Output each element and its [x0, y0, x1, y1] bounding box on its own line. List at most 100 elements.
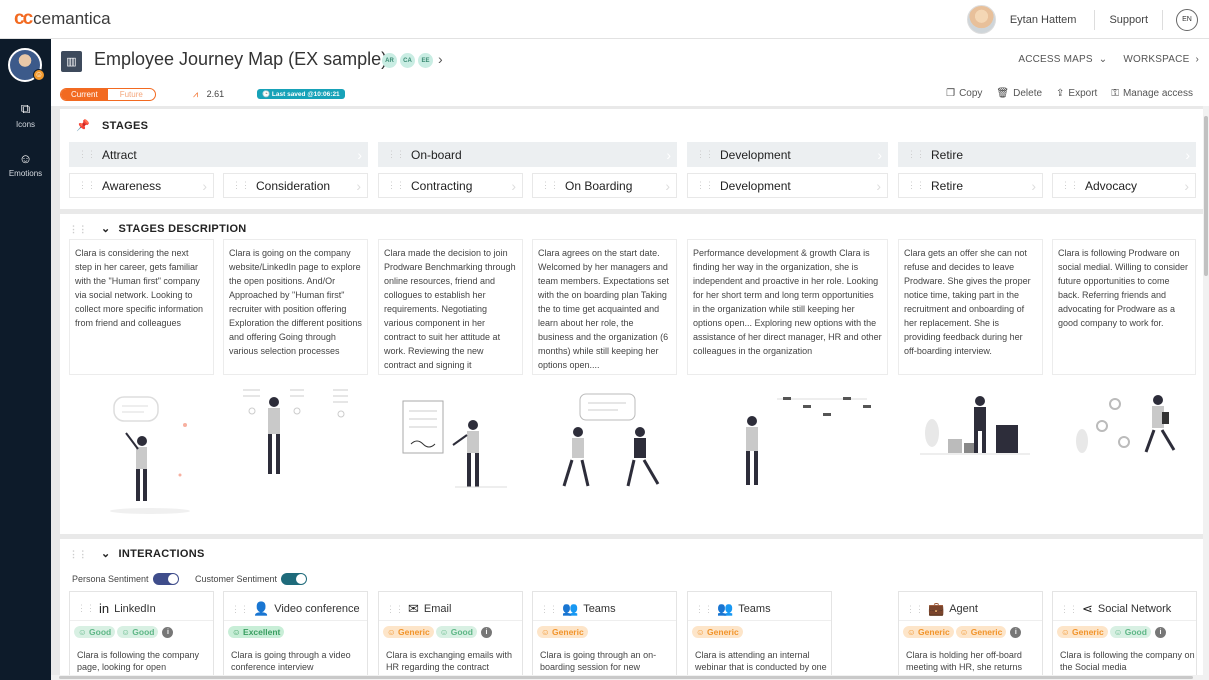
substage-retire[interactable]: ⋮⋮ Retire › — [898, 173, 1043, 198]
sidebar-item-emotions[interactable]: ☺ Emotions — [0, 151, 51, 178]
drag-handle-icon[interactable]: ⋮⋮ — [695, 604, 713, 615]
persona-sentiment-switch[interactable] — [152, 573, 179, 585]
user-avatar[interactable] — [966, 5, 996, 34]
copy-button[interactable]: ❐ Copy — [946, 88, 982, 99]
sentiment-badge[interactable]: ☺ Good — [74, 626, 116, 638]
horizontal-scrollbar[interactable] — [51, 675, 1203, 680]
delete-button[interactable]: 🗑 Delete — [996, 88, 1042, 99]
stage-description-card[interactable]: Clara is following Prodware on social me… — [1052, 239, 1196, 375]
pin-icon[interactable]: 📌 — [76, 120, 90, 132]
interaction-card[interactable]: ⋮⋮ ⋖ Social Network ☺ Generic ☺ Good i Clara i… — [1052, 591, 1197, 680]
sentiment-badge[interactable]: ☺ Good — [435, 626, 477, 638]
collaborator-chip[interactable]: EE — [418, 53, 433, 68]
stage-development[interactable]: ⋮⋮ Development › — [687, 142, 888, 167]
drag-handle-icon[interactable]: ⋮⋮ — [907, 149, 925, 160]
chevron-right-icon[interactable]: › — [438, 51, 443, 67]
substage-contracting[interactable]: ⋮⋮ Contracting › — [378, 173, 523, 198]
stage-description-card[interactable]: Performance development & growth Clara i… — [687, 239, 888, 375]
info-icon[interactable]: i — [1010, 626, 1022, 638]
interactions-heading[interactable]: ⋮⋮ ⌄ INTERACTIONS — [69, 547, 205, 560]
substage-on-boarding[interactable]: ⋮⋮ On Boarding › — [532, 173, 677, 198]
toggle-future[interactable]: Future — [108, 89, 155, 100]
substage-awareness[interactable]: ⋮⋮ Awareness › — [69, 173, 214, 198]
stage-description-card[interactable]: Clara is going on the company website/Li… — [223, 239, 368, 375]
interaction-card[interactable]: ⋮⋮ ✉ Email ☺ Generic ☺ Good i Clara is exchang… — [378, 591, 523, 680]
sentiment-badge[interactable]: ☺ Generic — [692, 626, 743, 638]
sentiment-badge[interactable]: ☺ Good — [1109, 626, 1151, 638]
substage-consideration[interactable]: ⋮⋮ Consideration › — [223, 173, 368, 198]
sentiment-badge[interactable]: ☺ Generic — [383, 626, 434, 638]
drag-handle-icon[interactable]: ⋮⋮ — [69, 549, 88, 559]
drag-handle-icon[interactable]: ⋮⋮ — [696, 180, 714, 191]
interaction-card[interactable]: ⋮⋮ 💼 Agent ☺ Generic ☺ Generic i Clara is hold… — [898, 591, 1043, 680]
collaborator-chip[interactable]: CA — [400, 53, 415, 68]
scrollbar-thumb[interactable] — [59, 676, 1193, 679]
interaction-card[interactable]: ⋮⋮ in LinkedIn ☺ Good ☺ Good i Clara is follow… — [69, 591, 214, 680]
sentiment-badge[interactable]: ☺ Generic — [1057, 626, 1108, 638]
stage-description-card[interactable]: Clara agrees on the start date. Welcomed… — [532, 239, 677, 375]
drag-handle-icon[interactable]: ⋮⋮ — [77, 603, 95, 614]
drag-handle-icon[interactable]: ⋮⋮ — [540, 604, 558, 615]
interaction-card[interactable]: ⋮⋮ 👥 Teams ☺ Generic Clara is going through … — [532, 591, 677, 680]
language-globe-icon[interactable]: EN — [1176, 8, 1198, 31]
drag-handle-icon[interactable]: ⋮⋮ — [69, 224, 88, 234]
manage-access-button[interactable]: ⚿ Manage access — [1111, 88, 1193, 99]
drag-handle-icon[interactable]: ⋮⋮ — [387, 180, 405, 191]
stage-description-card[interactable]: Clara is considering the next step in he… — [69, 239, 214, 375]
stage-attract[interactable]: ⋮⋮ Attract › — [69, 142, 368, 167]
toggle-current[interactable]: Current — [61, 89, 108, 100]
divider — [1162, 9, 1163, 30]
collaborator-chip[interactable]: AR — [382, 53, 397, 68]
vertical-scrollbar[interactable] — [1203, 106, 1209, 680]
drag-handle-icon[interactable]: ⋮⋮ — [386, 604, 404, 615]
interaction-card[interactable]: ⋮⋮ 👤 Video conference ☺ Excellent Clara is g… — [223, 591, 368, 680]
teams-icon: 👥 — [717, 601, 734, 616]
drag-handle-icon[interactable]: ⋮⋮ — [1060, 604, 1078, 615]
info-icon[interactable]: i — [1154, 626, 1166, 638]
drag-handle-icon[interactable]: ⋮⋮ — [232, 180, 250, 191]
chevron-down-icon[interactable]: ⌄ — [101, 548, 111, 560]
info-icon[interactable]: i — [162, 626, 174, 638]
trend-chart-icon: ⩘ — [193, 89, 199, 99]
customer-sentiment-switch[interactable] — [281, 573, 308, 585]
drag-handle-icon[interactable]: ⋮⋮ — [906, 604, 924, 615]
map-toolbar: Current Future ⩘ 2.61 🕒 Last saved @10:0… — [51, 84, 1209, 106]
drag-handle-icon[interactable]: ⋮⋮ — [231, 604, 249, 615]
sentiment-badge[interactable]: ☺ Excellent — [228, 626, 285, 638]
scrollbar-thumb[interactable] — [1204, 116, 1208, 276]
stage-description-card[interactable]: Clara made the decision to join Prodware… — [378, 239, 523, 375]
substage-development[interactable]: ⋮⋮ Development › — [687, 173, 888, 198]
workspace-link[interactable]: WORKSPACE › — [1123, 54, 1199, 65]
persona-sentiment-toggle[interactable]: Persona Sentiment — [72, 573, 179, 585]
stage-description-card[interactable]: Clara gets an offer she can not refuse a… — [898, 239, 1043, 375]
info-icon[interactable]: i — [480, 626, 492, 638]
chevron-down-icon[interactable]: ⌄ — [101, 223, 111, 235]
drag-handle-icon[interactable]: ⋮⋮ — [78, 149, 96, 160]
interaction-title: ⋮⋮ ✉ Email — [386, 601, 451, 617]
page-title[interactable]: Employee Journey Map (EX sample) — [94, 49, 387, 70]
drag-handle-icon[interactable]: ⋮⋮ — [1061, 180, 1079, 191]
sentiment-badge[interactable]: ☺ Generic — [955, 626, 1007, 638]
stage-retire[interactable]: ⋮⋮ Retire › — [898, 142, 1196, 167]
sidebar-item-icons[interactable]: ⧉ Icons — [0, 101, 51, 129]
app-logo[interactable]: ϲϲ cemantica — [14, 8, 111, 30]
sentiment-badge[interactable]: ☺ Good — [117, 626, 159, 638]
sentiment-badge[interactable]: ☺ Generic — [537, 626, 588, 638]
current-future-toggle[interactable]: Current Future — [60, 88, 156, 101]
stage-on-board[interactable]: ⋮⋮ On-board › — [378, 142, 677, 167]
stages-description-heading[interactable]: ⋮⋮ ⌄ STAGES DESCRIPTION — [69, 222, 247, 235]
access-maps-dropdown[interactable]: ACCESS MAPS ⌄ — [1018, 54, 1107, 65]
export-button[interactable]: ⇪ Export — [1056, 88, 1097, 99]
drag-handle-icon[interactable]: ⋮⋮ — [696, 149, 714, 160]
drag-handle-icon[interactable]: ⋮⋮ — [907, 180, 925, 191]
trash-icon: 🗑 — [996, 88, 1010, 99]
interaction-card[interactable]: ⋮⋮ 👥 Teams ☺ Generic Clara is attending an i… — [687, 591, 832, 680]
user-name[interactable]: Eytan Hattem — [1010, 14, 1077, 26]
substage-advocacy[interactable]: ⋮⋮ Advocacy › — [1052, 173, 1196, 198]
customer-sentiment-toggle[interactable]: Customer Sentiment — [195, 573, 308, 585]
drag-handle-icon[interactable]: ⋮⋮ — [541, 180, 559, 191]
support-link[interactable]: Support — [1109, 14, 1148, 26]
drag-handle-icon[interactable]: ⋮⋮ — [78, 180, 96, 191]
sentiment-badge[interactable]: ☺ Generic — [903, 626, 954, 638]
drag-handle-icon[interactable]: ⋮⋮ — [387, 149, 405, 160]
